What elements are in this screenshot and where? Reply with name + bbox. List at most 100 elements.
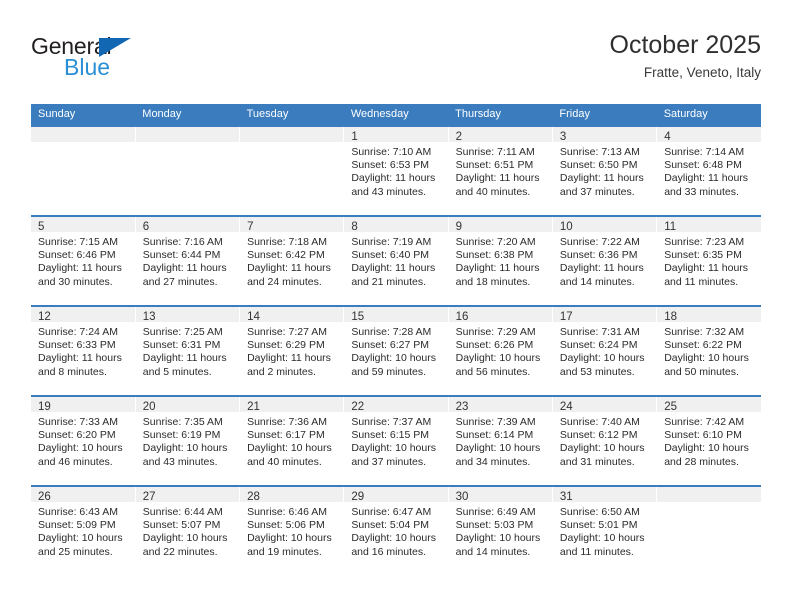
calendar-day-cell[interactable]: 14 Sunrise: 7:27 AM Sunset: 6:29 PM Dayligh… (239, 305, 345, 396)
daylight-text-line2: and 46 minutes. (38, 455, 113, 468)
sunset-text: Sunset: 6:50 PM (559, 159, 638, 172)
day-number: 3 (559, 131, 567, 143)
calendar-day-cell[interactable]: 15 Sunrise: 7:28 AM Sunset: 6:27 PM Dayligh… (343, 305, 449, 396)
sunset-text: Sunset: 6:24 PM (559, 339, 638, 352)
daylight-text-line1: Daylight: 10 hours (351, 352, 436, 365)
calendar-day-cell[interactable]: 7 Sunrise: 7:18 AM Sunset: 6:42 PM Daylight… (239, 215, 345, 306)
sunrise-text: Sunrise: 7:20 AM (455, 236, 536, 248)
day-number-band: 1 (344, 127, 448, 143)
day-details: Sunrise: 6:47 AM Sunset: 5:04 PM Daylight:… (344, 502, 447, 559)
calendar-day-cell[interactable]: 11 Sunrise: 7:23 AM Sunset: 6:35 PM Dayligh… (656, 215, 761, 306)
day-number: 18 (664, 311, 677, 323)
day-details: Sunrise: 7:22 AM Sunset: 6:36 PM Daylight:… (553, 232, 656, 289)
sunset-text: Sunset: 5:06 PM (247, 519, 325, 532)
sunrise-text: Sunrise: 7:19 AM (351, 236, 432, 248)
calendar-day-cell[interactable]: 8 Sunrise: 7:19 AM Sunset: 6:40 PM Daylight… (343, 215, 449, 306)
calendar-day-cell[interactable]: 31 Sunrise: 6:50 AM Sunset: 5:01 PM Dayligh… (552, 485, 658, 576)
day-details: Sunrise: 6:50 AM Sunset: 5:01 PM Daylight:… (553, 502, 656, 559)
day-details: Sunrise: 7:18 AM Sunset: 6:42 PM Daylight:… (240, 232, 343, 289)
calendar-day-cell[interactable]: 25 Sunrise: 7:42 AM Sunset: 6:10 PM Dayligh… (656, 395, 761, 486)
day-number: 6 (142, 221, 150, 233)
calendar-day-cell[interactable]: 18 Sunrise: 7:32 AM Sunset: 6:22 PM Dayligh… (656, 305, 761, 396)
brand-name-blue: Blue (64, 54, 111, 80)
calendar-day-cell[interactable]: 26 Sunrise: 6:43 AM Sunset: 5:09 PM Dayligh… (31, 485, 136, 576)
calendar-day-cell[interactable]: 3 Sunrise: 7:13 AM Sunset: 6:50 PM Daylight… (552, 125, 658, 216)
daylight-text-line1: Daylight: 10 hours (664, 352, 749, 365)
weekday-header-friday: Friday (552, 104, 657, 126)
brand-logo[interactable]: General Blue (31, 34, 261, 79)
daylight-text-line1: Daylight: 10 hours (455, 352, 541, 365)
calendar-day-cell-empty (239, 125, 345, 216)
day-number-band: 22 (344, 397, 448, 413)
daylight-text-line1: Daylight: 10 hours (38, 532, 123, 545)
day-number: 23 (455, 401, 469, 413)
daylight-text-line1: Daylight: 10 hours (351, 532, 436, 545)
day-details: Sunrise: 7:11 AM Sunset: 6:51 PM Daylight:… (449, 142, 552, 199)
calendar-day-cell[interactable]: 17 Sunrise: 7:31 AM Sunset: 6:24 PM Dayligh… (552, 305, 658, 396)
weekday-header-tuesday: Tuesday (239, 104, 344, 126)
sunset-text: Sunset: 6:29 PM (247, 339, 325, 352)
day-number-band: 8 (344, 217, 448, 233)
day-number: 12 (38, 311, 51, 323)
day-number-band: 23 (448, 397, 552, 413)
calendar-day-cell[interactable]: 12 Sunrise: 7:24 AM Sunset: 6:33 PM Dayligh… (31, 305, 136, 396)
sunrise-text: Sunrise: 7:36 AM (247, 416, 328, 428)
calendar-day-cell[interactable]: 1 Sunrise: 7:10 AM Sunset: 6:53 PM Daylight… (343, 125, 449, 216)
sunrise-text: Sunrise: 7:10 AM (351, 146, 432, 158)
day-details: Sunrise: 7:25 AM Sunset: 6:31 PM Daylight:… (136, 322, 239, 379)
day-number-band: 13 (135, 307, 240, 323)
calendar-day-cell[interactable]: 16 Sunrise: 7:29 AM Sunset: 6:26 PM Dayligh… (448, 305, 553, 396)
sunset-text: Sunset: 5:07 PM (142, 519, 221, 532)
day-details: Sunrise: 7:10 AM Sunset: 6:53 PM Daylight:… (344, 142, 447, 199)
day-number-band: 4 (657, 127, 761, 143)
calendar-day-cell[interactable]: 28 Sunrise: 6:46 AM Sunset: 5:06 PM Dayligh… (239, 485, 345, 576)
daylight-text-line2: and 21 minutes. (351, 275, 427, 288)
day-number-band: 19 (31, 397, 135, 413)
day-number: 27 (142, 491, 156, 503)
daylight-text-line1: Daylight: 10 hours (559, 442, 645, 455)
daylight-text-line1: Daylight: 11 hours (559, 262, 644, 275)
sunset-text: Sunset: 6:12 PM (559, 429, 638, 442)
daylight-text-line1: Daylight: 10 hours (664, 442, 749, 455)
calendar-day-cell[interactable]: 22 Sunrise: 7:37 AM Sunset: 6:15 PM Dayligh… (343, 395, 449, 486)
calendar-day-cell[interactable]: 2 Sunrise: 7:11 AM Sunset: 6:51 PM Daylight… (448, 125, 553, 216)
sunset-text: Sunset: 6:27 PM (351, 339, 429, 352)
sunset-text: Sunset: 6:46 PM (38, 249, 116, 262)
calendar-day-cell[interactable]: 19 Sunrise: 7:33 AM Sunset: 6:20 PM Dayligh… (31, 395, 136, 486)
calendar-day-cell[interactable]: 29 Sunrise: 6:47 AM Sunset: 5:04 PM Dayligh… (343, 485, 449, 576)
calendar-day-cell[interactable]: 24 Sunrise: 7:40 AM Sunset: 6:12 PM Dayligh… (552, 395, 658, 486)
calendar-day-cell[interactable]: 6 Sunrise: 7:16 AM Sunset: 6:44 PM Daylight… (135, 215, 241, 306)
calendar-day-cell[interactable]: 10 Sunrise: 7:22 AM Sunset: 6:36 PM Dayligh… (552, 215, 658, 306)
calendar-day-cell[interactable]: 4 Sunrise: 7:14 AM Sunset: 6:48 PM Daylight… (656, 125, 761, 216)
day-number-band: 27 (135, 487, 240, 503)
calendar-day-cell[interactable]: 23 Sunrise: 7:39 AM Sunset: 6:14 PM Dayligh… (448, 395, 553, 486)
day-number: 17 (559, 311, 573, 323)
daylight-text-line2: and 56 minutes. (455, 365, 531, 378)
weekday-header-saturday: Saturday (656, 104, 761, 126)
day-number-band (657, 487, 761, 502)
calendar-day-cell[interactable]: 13 Sunrise: 7:25 AM Sunset: 6:31 PM Dayligh… (135, 305, 241, 396)
day-number-band: 16 (448, 307, 552, 323)
daylight-text-line1: Daylight: 11 hours (38, 352, 122, 365)
day-number: 5 (38, 221, 45, 233)
calendar-week-row: 12 Sunrise: 7:24 AM Sunset: 6:33 PM Dayligh… (31, 305, 761, 396)
calendar-day-cell[interactable]: 20 Sunrise: 7:35 AM Sunset: 6:19 PM Dayligh… (135, 395, 241, 486)
calendar-day-cell[interactable]: 21 Sunrise: 7:36 AM Sunset: 6:17 PM Dayligh… (239, 395, 345, 486)
day-details: Sunrise: 7:33 AM Sunset: 6:20 PM Daylight:… (31, 412, 135, 469)
day-number: 7 (247, 221, 254, 233)
daylight-text-line1: Daylight: 11 hours (559, 172, 644, 185)
sunset-text: Sunset: 6:53 PM (351, 159, 429, 172)
daylight-text-line2: and 18 minutes. (455, 275, 531, 288)
sunrise-text: Sunrise: 7:14 AM (664, 146, 745, 158)
day-number: 29 (351, 491, 365, 503)
calendar-day-cell[interactable]: 5 Sunrise: 7:15 AM Sunset: 6:46 PM Daylight… (31, 215, 136, 306)
daylight-text-line2: and 33 minutes. (664, 185, 739, 198)
day-number: 19 (38, 401, 51, 413)
sunset-text: Sunset: 5:04 PM (351, 519, 429, 532)
day-number-band: 26 (31, 487, 135, 503)
calendar-day-cell[interactable]: 9 Sunrise: 7:20 AM Sunset: 6:38 PM Daylight… (448, 215, 553, 306)
calendar-day-cell[interactable]: 27 Sunrise: 6:44 AM Sunset: 5:07 PM Dayligh… (135, 485, 241, 576)
daylight-text-line1: Daylight: 10 hours (38, 442, 123, 455)
calendar-day-cell[interactable]: 30 Sunrise: 6:49 AM Sunset: 5:03 PM Dayligh… (448, 485, 553, 576)
sunset-text: Sunset: 6:40 PM (351, 249, 429, 262)
